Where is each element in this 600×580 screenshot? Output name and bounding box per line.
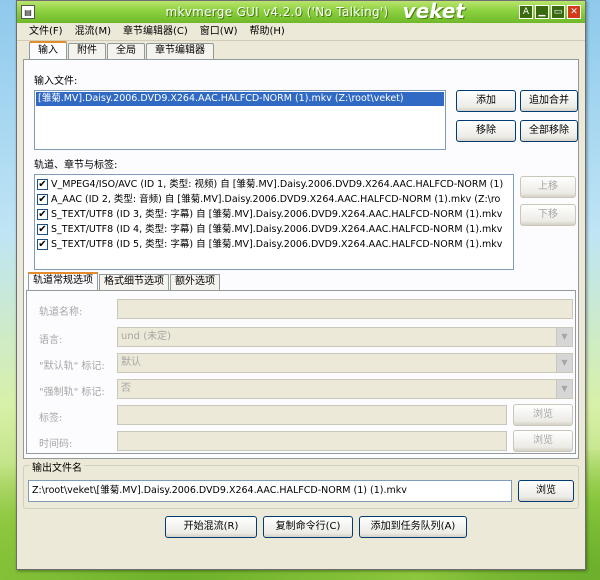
tab-chapter-editor[interactable]: 章节编辑器	[146, 43, 214, 59]
track-row[interactable]: ✔ S_TEXT/UTF8 (ID 5, 类型: 字幕) 自 [雏菊.MV].Da…	[35, 237, 513, 252]
tags-browse-button[interactable]: 浏览	[513, 404, 573, 426]
track-checkbox[interactable]: ✔	[37, 239, 48, 250]
track-row[interactable]: ✔ S_TEXT/UTF8 (ID 3, 类型: 字幕) 自 [雏菊.MV].Da…	[35, 207, 513, 222]
track-row[interactable]: ✔ S_TEXT/UTF8 (ID 4, 类型: 字幕) 自 [雏菊.MV].Da…	[35, 222, 513, 237]
option-tabs: 轨道常规选项 格式细节选项 额外选项	[28, 272, 221, 290]
language-value: und (未定)	[121, 331, 172, 342]
close-icon[interactable]: ✕	[567, 5, 581, 19]
input-panel: 输入文件: [雏菊.MV].Daisy.2006.DVD9.X264.AAC.H…	[23, 59, 579, 459]
main-window: ▤ mkvmerge GUI v4.2.0 ('No Talking') vek…	[16, 0, 586, 570]
language-select[interactable]: und (未定) ▼	[117, 327, 573, 347]
default-track-select[interactable]: 默认 ▼	[117, 353, 573, 373]
input-files-list[interactable]: [雏菊.MV].Daisy.2006.DVD9.X264.AAC.HALFCD-…	[34, 90, 446, 150]
append-button[interactable]: 追加合并	[520, 90, 578, 112]
track-label: A_AAC (ID 2, 类型: 音频) 自 [雏菊.MV].Daisy.200…	[51, 194, 501, 205]
menu-mux[interactable]: 混流(M)	[69, 24, 117, 40]
tags-label: 标签:	[39, 413, 63, 424]
output-browse-button[interactable]: 浏览	[518, 480, 574, 502]
chevron-down-icon[interactable]: ▼	[556, 380, 572, 398]
timecodes-input[interactable]	[117, 431, 507, 451]
title-bar[interactable]: ▤ mkvmerge GUI v4.2.0 ('No Talking') vek…	[17, 0, 585, 23]
track-label: V_MPEG4/ISO/AVC (ID 1, 类型: 视频) 自 [雏菊.MV]…	[51, 179, 504, 190]
app-icon: ▤	[21, 5, 35, 19]
minimize-icon[interactable]: ▁	[535, 5, 549, 19]
chevron-down-icon[interactable]: ▼	[556, 328, 572, 346]
forced-track-select[interactable]: 否 ▼	[117, 379, 573, 399]
remove-all-button[interactable]: 全部移除	[520, 120, 578, 142]
tracks-label: 轨道、章节与标签:	[34, 160, 118, 171]
input-files-label: 输入文件:	[34, 76, 78, 87]
track-name-input[interactable]	[117, 299, 573, 319]
tab-general-options[interactable]: 轨道常规选项	[28, 272, 98, 290]
track-row[interactable]: ✔ V_MPEG4/ISO/AVC (ID 1, 类型: 视频) 自 [雏菊.MV…	[35, 177, 513, 192]
default-track-label: "默认轨" 标记:	[39, 361, 105, 372]
forced-track-value: 否	[121, 383, 131, 394]
tab-input[interactable]: 输入	[29, 41, 67, 59]
tab-global[interactable]: 全局	[107, 43, 145, 59]
move-up-button[interactable]: 上移	[520, 176, 576, 198]
start-muxing-button[interactable]: 开始混流(R)	[165, 516, 257, 538]
chevron-down-icon[interactable]: ▼	[556, 354, 572, 372]
menu-chapter-editor[interactable]: 章节编辑器(C)	[117, 24, 194, 40]
track-checkbox[interactable]: ✔	[37, 194, 48, 205]
main-tabs: 输入 附件 全局 章节编辑器	[17, 41, 585, 59]
tags-input[interactable]	[117, 405, 507, 425]
track-label: S_TEXT/UTF8 (ID 4, 类型: 字幕) 自 [雏菊.MV].Dai…	[51, 224, 503, 235]
move-down-button[interactable]: 下移	[520, 204, 576, 226]
menu-file[interactable]: 文件(F)	[23, 24, 69, 40]
default-track-value: 默认	[121, 357, 141, 368]
tracks-list[interactable]: ✔ V_MPEG4/ISO/AVC (ID 1, 类型: 视频) 自 [雏菊.MV…	[34, 174, 514, 270]
output-group: 输出文件名 Z:\root\veket\[雏菊.MV].Daisy.2006.D…	[23, 459, 579, 509]
remove-button[interactable]: 移除	[456, 120, 516, 142]
tab-format-options[interactable]: 格式细节选项	[99, 274, 169, 290]
output-file-input[interactable]: Z:\root\veket\[雏菊.MV].Daisy.2006.DVD9.X2…	[28, 480, 512, 502]
add-button[interactable]: 添加	[456, 90, 516, 112]
track-label: S_TEXT/UTF8 (ID 3, 类型: 字幕) 自 [雏菊.MV].Dai…	[51, 209, 503, 220]
font-icon[interactable]: A	[519, 5, 533, 19]
copy-command-line-button[interactable]: 复制命令行(C)	[263, 516, 353, 538]
brand-logo: veket	[402, 0, 465, 23]
menu-bar: 文件(F) 混流(M) 章节编辑器(C) 窗口(W) 帮助(H)	[17, 23, 585, 41]
output-label: 输出文件名	[30, 459, 84, 474]
forced-track-label: "强制轨" 标记:	[39, 387, 105, 398]
maximize-icon[interactable]: ▭	[551, 5, 565, 19]
tab-attachments[interactable]: 附件	[68, 43, 106, 59]
track-checkbox[interactable]: ✔	[37, 179, 48, 190]
track-checkbox[interactable]: ✔	[37, 209, 48, 220]
language-label: 语言:	[39, 335, 63, 346]
track-row[interactable]: ✔ A_AAC (ID 2, 类型: 音频) 自 [雏菊.MV].Daisy.20…	[35, 192, 513, 207]
add-to-queue-button[interactable]: 添加到任务队列(A)	[359, 516, 467, 538]
track-label: S_TEXT/UTF8 (ID 5, 类型: 字幕) 自 [雏菊.MV].Dai…	[51, 239, 503, 250]
tab-extra-options[interactable]: 额外选项	[170, 274, 220, 290]
menu-help[interactable]: 帮助(H)	[244, 24, 291, 40]
timecodes-browse-button[interactable]: 浏览	[513, 430, 573, 452]
general-options-panel: 轨道名称: 语言: und (未定) ▼ "默认轨" 标记: 默认 ▼ "强制轨…	[26, 290, 576, 454]
menu-window[interactable]: 窗口(W)	[194, 24, 244, 40]
timecodes-label: 时间码:	[39, 439, 73, 450]
track-checkbox[interactable]: ✔	[37, 224, 48, 235]
track-name-label: 轨道名称:	[39, 307, 83, 318]
list-item[interactable]: [雏菊.MV].Daisy.2006.DVD9.X264.AAC.HALFCD-…	[36, 92, 444, 106]
